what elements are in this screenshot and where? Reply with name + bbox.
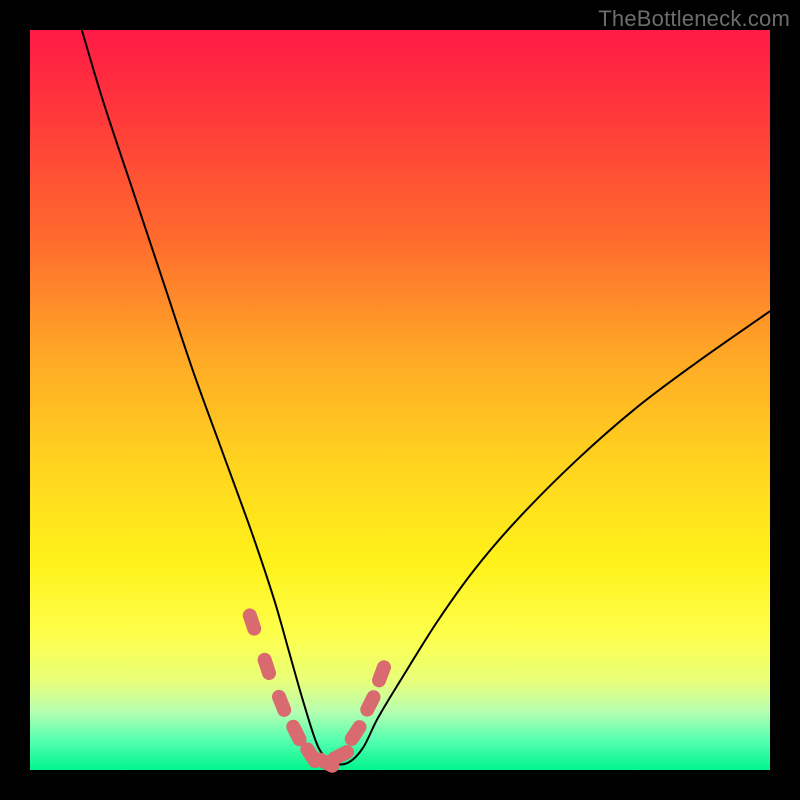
curve-svg: [30, 30, 770, 770]
marker: [241, 607, 263, 638]
marker: [370, 658, 393, 689]
watermark-text: TheBottleneck.com: [598, 6, 790, 32]
plot-area: [30, 30, 770, 770]
highlight-markers: [241, 607, 393, 776]
curve-path: [82, 30, 770, 764]
marker: [256, 651, 278, 682]
chart-frame: TheBottleneck.com: [0, 0, 800, 800]
marker: [270, 688, 293, 719]
bottleneck-curve: [82, 30, 770, 764]
